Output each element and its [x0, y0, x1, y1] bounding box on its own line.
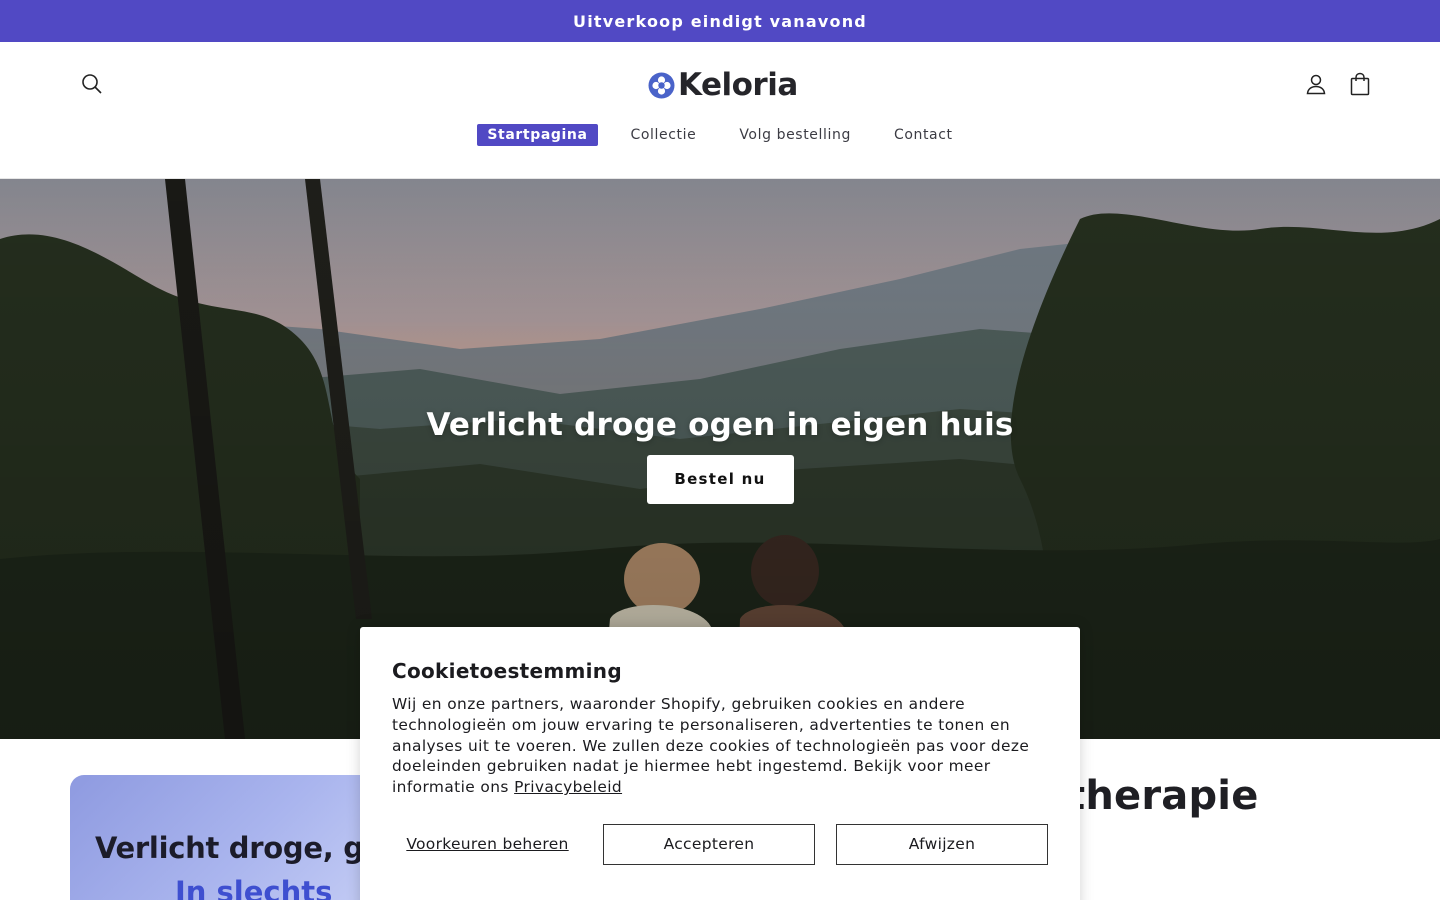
site-header: Keloria Startpagina Collectie Volg beste…	[0, 42, 1440, 179]
order-now-button[interactable]: Bestel nu	[646, 455, 794, 504]
main-nav: Startpagina Collectie Volg bestelling Co…	[0, 124, 1440, 146]
privacy-policy-link[interactable]: Privacybeleid	[514, 778, 622, 796]
cookie-consent-dialog: Cookietoestemming Wij en onze partners, …	[360, 627, 1080, 900]
nav-item-volg-bestelling[interactable]: Volg bestelling	[729, 124, 861, 146]
cookie-actions: Voorkeuren beheren Accepteren Afwijzen	[392, 823, 1048, 865]
promo-headline: Verlicht droge, g	[95, 831, 364, 865]
announcement-text: Uitverkoop eindigt vanavond	[573, 11, 867, 31]
account-icon	[1306, 74, 1326, 95]
product-title: therapie	[1066, 773, 1259, 819]
account-button[interactable]	[1298, 66, 1334, 102]
brand-name: Keloria	[678, 67, 798, 103]
cookie-title: Cookietoestemming	[392, 659, 622, 683]
cart-button[interactable]	[1342, 66, 1378, 102]
manage-preferences-link[interactable]: Voorkeuren beheren	[392, 835, 583, 853]
nav-item-collectie[interactable]: Collectie	[621, 124, 707, 146]
decline-button[interactable]: Afwijzen	[836, 823, 1048, 865]
cookie-description: Wij en onze partners, waaronder Shopify,…	[392, 694, 1048, 798]
cookie-body-text: Wij en onze partners, waaronder Shopify,…	[392, 695, 1030, 797]
nav-item-contact[interactable]: Contact	[884, 124, 963, 146]
promo-image-card: Verlicht droge, g In slechts	[70, 775, 390, 900]
flower-logo-icon	[648, 72, 675, 98]
hero-title: Verlicht droge ogen in eigen huis	[426, 407, 1014, 443]
search-button[interactable]	[74, 66, 110, 102]
cart-icon	[1350, 72, 1370, 96]
nav-item-startpagina[interactable]: Startpagina	[477, 124, 598, 146]
promo-subheadline: In slechts	[175, 875, 333, 900]
accept-button[interactable]: Accepteren	[603, 823, 815, 865]
search-icon	[82, 74, 102, 94]
hero-content: Verlicht droge ogen in eigen huis Bestel…	[0, 407, 1440, 504]
announcement-bar: Uitverkoop eindigt vanavond	[0, 0, 1440, 42]
brand-logo[interactable]: Keloria	[648, 66, 798, 104]
